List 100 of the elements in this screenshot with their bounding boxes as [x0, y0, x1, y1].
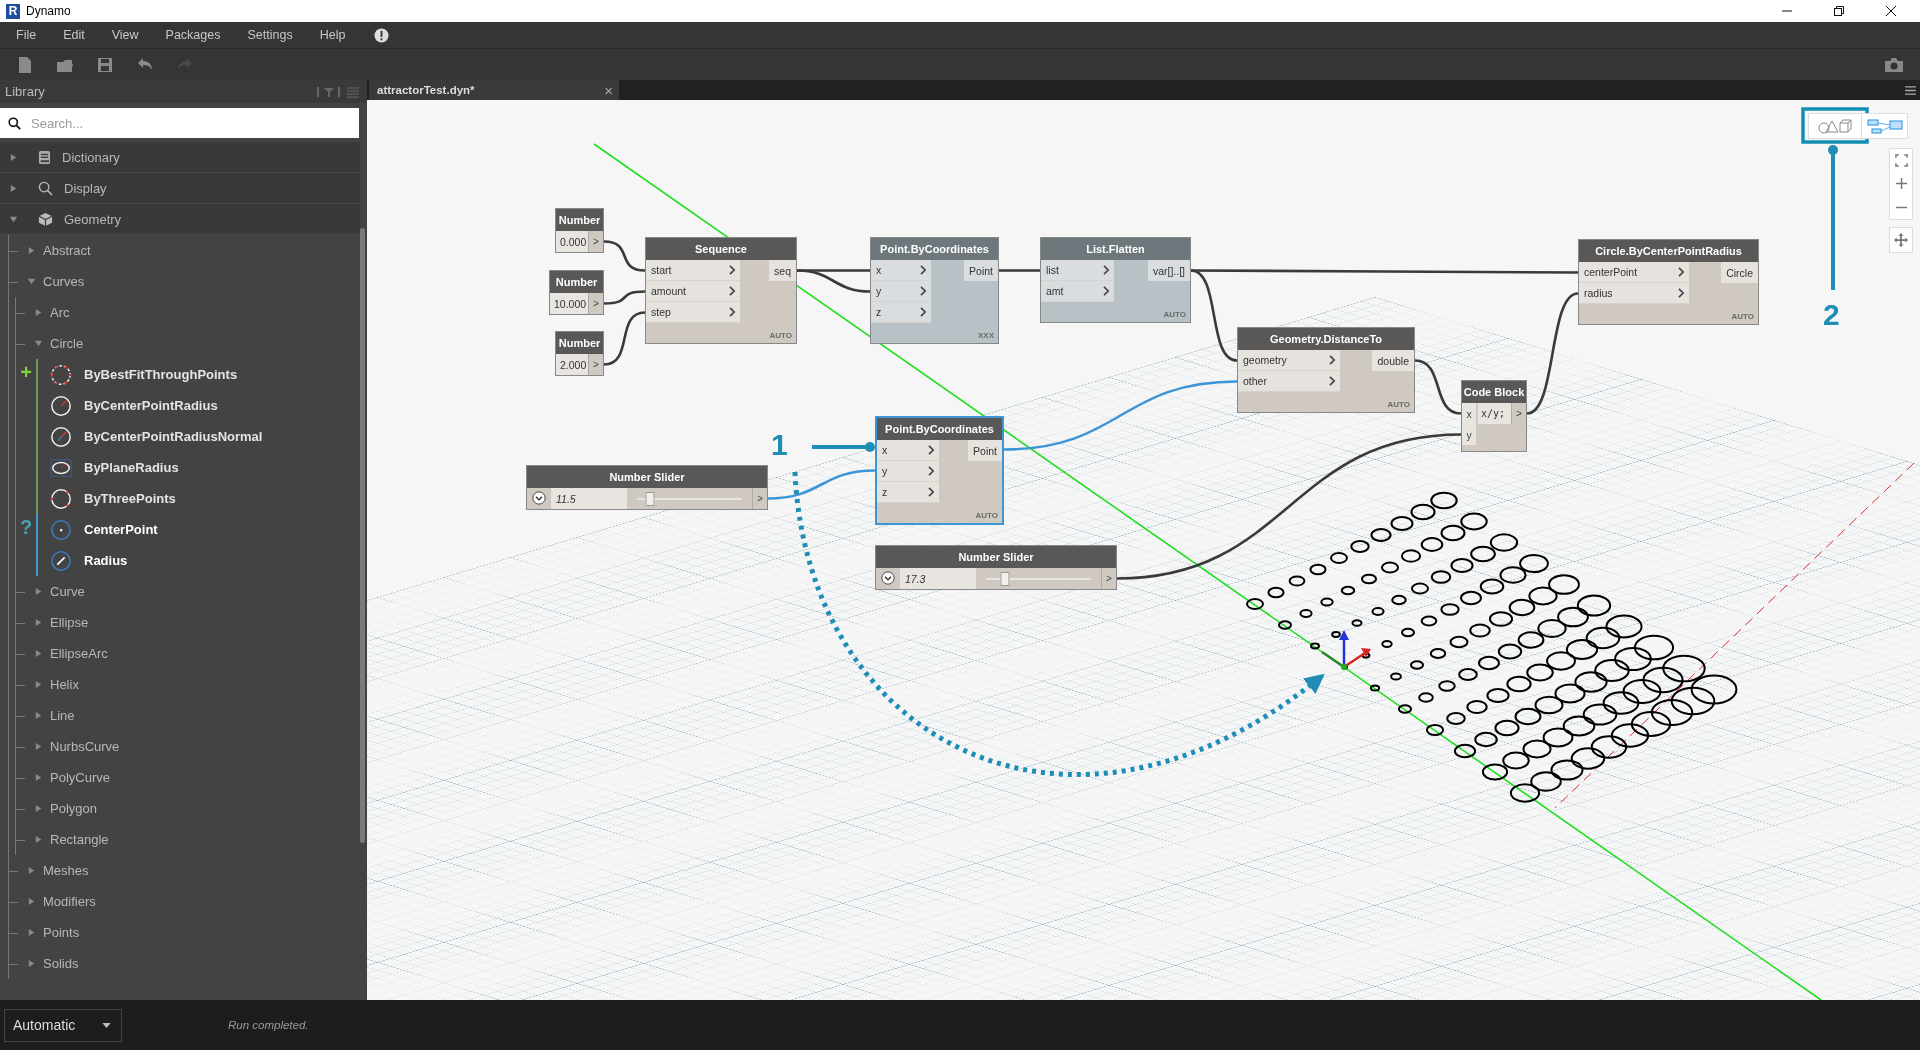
- code-field[interactable]: x/y;: [1478, 403, 1511, 424]
- restore-icon[interactable]: [1833, 5, 1845, 17]
- library-node-item[interactable]: CenterPoint: [50, 514, 158, 545]
- wire[interactable]: [1414, 359, 1462, 415]
- library-node-item[interactable]: Radius: [50, 545, 158, 576]
- output-port[interactable]: >: [1511, 403, 1526, 424]
- input-port[interactable]: x: [871, 260, 931, 281]
- library-category[interactable]: Ellipse: [16, 607, 360, 638]
- node-card[interactable]: Code Block x y x/y; >: [1461, 380, 1527, 452]
- menu-item[interactable]: View: [111, 28, 139, 42]
- library-category[interactable]: Circle: [16, 328, 360, 359]
- wire[interactable]: [1526, 292, 1579, 415]
- input-port[interactable]: x: [877, 440, 939, 461]
- output-port[interactable]: >: [588, 293, 603, 314]
- library-category[interactable]: Rectangle: [16, 824, 360, 855]
- node-card[interactable]: Number 0.000 >: [555, 208, 604, 253]
- file-tab[interactable]: attractorTest.dyn* ×: [369, 80, 619, 100]
- zoom-in-icon[interactable]: [1894, 177, 1908, 191]
- library-category[interactable]: Meshes: [9, 855, 360, 886]
- node-card[interactable]: Point.ByCoordinates x y z Point AUTO: [875, 416, 1004, 525]
- node-card[interactable]: List.Flatten list amt var[]..[] AUTO: [1040, 237, 1191, 323]
- node-card[interactable]: Number Slider 17.3 >: [875, 545, 1117, 590]
- wire[interactable]: [796, 269, 871, 293]
- node-card[interactable]: Circle.ByCenterPointRadius centerPoint radius Circle AUTO: [1578, 239, 1759, 325]
- wire[interactable]: [1191, 269, 1578, 274]
- close-icon[interactable]: [1885, 5, 1897, 17]
- node-header[interactable]: Code Block: [1462, 381, 1526, 403]
- library-category[interactable]: Polygon: [16, 793, 360, 824]
- expand-icon[interactable]: [532, 491, 546, 505]
- menu-item[interactable]: Settings: [247, 28, 293, 42]
- library-category[interactable]: Helix: [16, 669, 360, 700]
- node-header[interactable]: Number: [550, 271, 603, 293]
- menu-item[interactable]: File: [16, 28, 37, 42]
- wire[interactable]: [1190, 269, 1238, 362]
- library-category[interactable]: Modifiers: [9, 886, 360, 917]
- node-header[interactable]: Number: [556, 209, 603, 231]
- tab-close-button[interactable]: ×: [604, 81, 613, 99]
- library-category[interactable]: Geometry: [0, 204, 360, 235]
- output-port[interactable]: >: [588, 354, 603, 375]
- node-header[interactable]: Number Slider: [876, 546, 1116, 568]
- output-port[interactable]: Circle: [1721, 262, 1758, 283]
- input-port[interactable]: start: [646, 260, 740, 281]
- output-port[interactable]: double: [1372, 350, 1414, 371]
- output-port[interactable]: Point: [964, 260, 998, 281]
- library-node-item[interactable]: ByThreePoints: [50, 483, 263, 514]
- library-category[interactable]: Arc: [16, 297, 360, 328]
- notification-icon[interactable]: [374, 27, 390, 43]
- input-port[interactable]: geometry: [1238, 350, 1340, 371]
- new-file-icon[interactable]: [16, 55, 34, 74]
- node-card[interactable]: Number 10.000 >: [549, 270, 604, 315]
- input-port[interactable]: other: [1238, 371, 1340, 392]
- expand-icon[interactable]: [881, 571, 895, 585]
- library-category[interactable]: Abstract: [9, 235, 360, 266]
- input-port[interactable]: list: [1041, 260, 1114, 281]
- input-port[interactable]: radius: [1579, 283, 1689, 304]
- input-port[interactable]: step: [646, 302, 740, 323]
- menu-item[interactable]: Edit: [63, 28, 85, 42]
- library-category[interactable]: Points: [9, 917, 360, 948]
- scrollbar[interactable]: [360, 228, 365, 843]
- input-port[interactable]: amount: [646, 281, 740, 302]
- output-port[interactable]: >: [588, 231, 603, 252]
- wire[interactable]: [603, 290, 646, 305]
- wire[interactable]: [1116, 433, 1462, 580]
- library-category[interactable]: NurbsCurve: [16, 731, 360, 762]
- input-port[interactable]: y: [871, 281, 931, 302]
- input-port[interactable]: amt: [1041, 281, 1114, 302]
- node-card[interactable]: Geometry.DistanceTo geometry other double AUTO: [1237, 327, 1415, 413]
- library-category[interactable]: Dictionary: [0, 142, 360, 173]
- menu-item[interactable]: Packages: [165, 28, 221, 42]
- input-port[interactable]: y: [877, 461, 939, 482]
- node-header[interactable]: Number: [556, 332, 603, 354]
- library-node-item[interactable]: ByBestFitThroughPoints: [50, 359, 263, 390]
- library-category[interactable]: PolyCurve: [16, 762, 360, 793]
- node-header[interactable]: Point.ByCoordinates: [877, 418, 1002, 440]
- pan-button[interactable]: [1889, 227, 1913, 253]
- library-node-item[interactable]: ByCenterPointRadiusNormal: [50, 421, 263, 452]
- number-field[interactable]: 11.5: [551, 488, 627, 509]
- slider-thumb[interactable]: [1000, 572, 1010, 586]
- number-field[interactable]: 0.000: [556, 231, 588, 252]
- camera-icon[interactable]: [1884, 56, 1904, 73]
- output-port[interactable]: var[]..[]: [1147, 260, 1190, 281]
- library-category[interactable]: Curve: [16, 576, 360, 607]
- node-header[interactable]: Circle.ByCenterPointRadius: [1579, 240, 1758, 262]
- node-header[interactable]: Point.ByCoordinates: [871, 238, 998, 260]
- library-category[interactable]: Line: [16, 700, 360, 731]
- wire[interactable]: [603, 240, 646, 272]
- output-port[interactable]: Point: [968, 440, 1002, 461]
- node-header[interactable]: List.Flatten: [1041, 238, 1190, 260]
- output-port[interactable]: >: [752, 488, 767, 509]
- library-category[interactable]: EllipseArc: [16, 638, 360, 669]
- library-category[interactable]: Solids: [9, 948, 360, 979]
- node-header[interactable]: Geometry.DistanceTo: [1238, 328, 1414, 350]
- library-category[interactable]: Display: [0, 173, 360, 204]
- node-header[interactable]: Number Slider: [527, 466, 767, 488]
- node-card[interactable]: Point.ByCoordinates x y z Point XXX: [870, 237, 999, 344]
- library-category[interactable]: Curves: [9, 266, 360, 297]
- node-card[interactable]: Sequence start amount step seq AUTO: [645, 237, 797, 344]
- input-port[interactable]: y: [1462, 424, 1476, 445]
- output-port[interactable]: seq: [769, 260, 796, 281]
- wire[interactable]: [603, 311, 646, 366]
